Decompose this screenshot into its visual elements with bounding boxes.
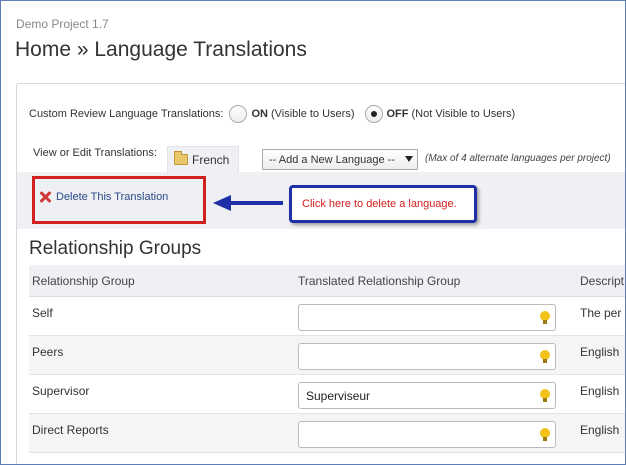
column-header-description: Descript bbox=[580, 273, 625, 288]
delete-translation-label: Delete This Translation bbox=[56, 191, 169, 203]
section-title: Relationship Groups bbox=[29, 238, 202, 259]
table-row: Self The per bbox=[29, 297, 625, 336]
chevron-down-icon bbox=[405, 156, 413, 162]
max-languages-note: (Max of 4 alternate languages per projec… bbox=[425, 153, 611, 164]
project-name: Demo Project 1.7 bbox=[16, 17, 109, 31]
custom-review-toggle: Custom Review Language Translations: ON … bbox=[29, 105, 519, 123]
translated-input[interactable]: Superviseur bbox=[298, 382, 556, 409]
left-arrow-icon bbox=[213, 195, 283, 211]
page-title: Home » Language Translations bbox=[15, 38, 307, 61]
delete-x-icon bbox=[39, 191, 51, 203]
table-row: Direct Reports English bbox=[29, 414, 625, 453]
callout-text: Click here to delete a language. bbox=[302, 198, 457, 210]
tab-french-label: French bbox=[192, 152, 230, 167]
view-edit-label: View or Edit Translations: bbox=[33, 147, 157, 159]
delete-translation-link[interactable]: Delete This Translation bbox=[39, 191, 168, 203]
row-description: English bbox=[580, 345, 620, 359]
column-header-translated: Translated Relationship Group bbox=[298, 273, 461, 288]
on-desc: (Visible to Users) bbox=[270, 108, 355, 120]
translated-input[interactable] bbox=[298, 304, 556, 331]
view-edit-row: View or Edit Translations: bbox=[33, 147, 157, 159]
help-callout: Click here to delete a language. bbox=[289, 185, 477, 223]
row-name: Direct Reports bbox=[32, 423, 109, 437]
relationship-groups-table: Relationship Group Translated Relationsh… bbox=[29, 265, 625, 453]
on-radio[interactable] bbox=[229, 105, 248, 123]
translated-value: Superviseur bbox=[306, 388, 371, 403]
row-description: The per bbox=[580, 306, 622, 320]
table-row: Supervisor Superviseur English bbox=[29, 375, 625, 414]
row-name: Self bbox=[32, 306, 53, 320]
lightbulb-icon[interactable] bbox=[540, 311, 550, 325]
off-radio[interactable] bbox=[364, 105, 383, 123]
add-language-select[interactable]: -- Add a New Language -- bbox=[262, 149, 418, 170]
folder-icon bbox=[174, 151, 188, 165]
table-row: Peers English bbox=[29, 336, 625, 375]
row-description: English bbox=[580, 423, 620, 437]
window-frame: Demo Project 1.7 Home » Language Transla… bbox=[0, 0, 626, 465]
row-description: English bbox=[580, 384, 620, 398]
off-label: OFF bbox=[386, 108, 409, 120]
row-name: Peers bbox=[32, 345, 64, 359]
on-label: ON bbox=[251, 108, 268, 120]
translated-input[interactable] bbox=[298, 421, 556, 448]
translated-input[interactable] bbox=[298, 343, 556, 370]
table-header: Relationship Group Translated Relationsh… bbox=[29, 265, 625, 297]
custom-review-label: Custom Review Language Translations: bbox=[29, 108, 224, 120]
lightbulb-icon[interactable] bbox=[540, 389, 550, 403]
off-desc: (Not Visible to Users) bbox=[411, 108, 516, 120]
add-language-value: -- Add a New Language -- bbox=[269, 153, 395, 166]
lightbulb-icon[interactable] bbox=[540, 428, 550, 442]
row-name: Supervisor bbox=[32, 384, 90, 398]
tab-french[interactable]: French bbox=[167, 146, 239, 172]
lightbulb-icon[interactable] bbox=[540, 350, 550, 364]
column-header-group: Relationship Group bbox=[32, 273, 135, 288]
